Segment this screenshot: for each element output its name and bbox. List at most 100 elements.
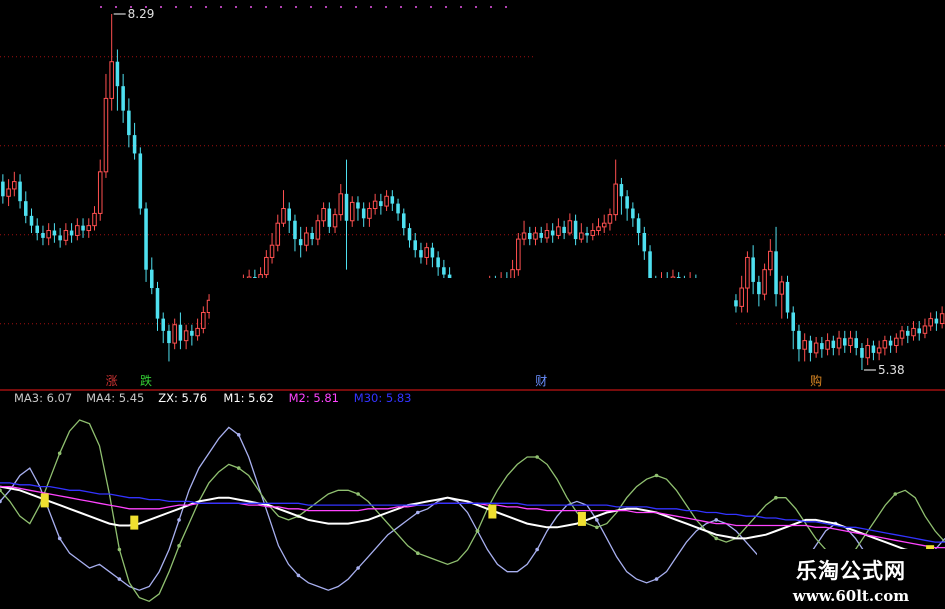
top-dot-24 bbox=[460, 6, 462, 8]
indicator-node-0-30 bbox=[296, 573, 301, 578]
candle-body-154 bbox=[882, 340, 888, 349]
indicator-node-0-66 bbox=[654, 577, 659, 581]
candle-body-10 bbox=[58, 235, 62, 241]
candle-body-143 bbox=[820, 343, 824, 350]
indicator-node-1-78 bbox=[774, 495, 778, 500]
indicator-node-1-60 bbox=[595, 525, 599, 530]
signal-marker-0: 涨 bbox=[106, 373, 118, 388]
indicator-line-4 bbox=[0, 482, 945, 543]
indicator-node-0-18 bbox=[177, 518, 181, 522]
candle-body-58 bbox=[332, 214, 338, 228]
candle-body-149 bbox=[854, 338, 859, 348]
indicator-node-0-24 bbox=[236, 433, 241, 437]
indicator-node-0-54 bbox=[535, 547, 539, 552]
candle-body-75 bbox=[430, 247, 435, 258]
candle-body-161 bbox=[922, 325, 928, 334]
candle-body-111 bbox=[636, 218, 641, 233]
candle-body-128 bbox=[734, 300, 738, 307]
candle-body-11 bbox=[63, 230, 69, 241]
candle-body-68 bbox=[390, 196, 395, 204]
candle-body-61 bbox=[349, 201, 355, 222]
indicator-node-1-90 bbox=[893, 492, 898, 496]
top-dot-9 bbox=[235, 6, 237, 8]
candle-body-29 bbox=[167, 330, 171, 344]
candle-body-153 bbox=[876, 347, 882, 354]
candle-body-6 bbox=[35, 225, 40, 233]
top-dot-13 bbox=[295, 6, 297, 8]
candle-body-133 bbox=[762, 269, 767, 295]
watermark-url: www.60lt.com bbox=[792, 587, 910, 605]
candle-body-56 bbox=[321, 208, 326, 222]
candle-body-162 bbox=[928, 318, 933, 327]
high-price-label: 8.29 bbox=[128, 7, 155, 21]
candle-body-92 bbox=[527, 232, 532, 240]
candle-body-135 bbox=[774, 251, 778, 295]
candle-body-91 bbox=[521, 232, 527, 240]
candle-body-94 bbox=[539, 232, 544, 238]
indicator-node-0-60 bbox=[595, 518, 599, 522]
indicator-node-1-24 bbox=[236, 466, 241, 470]
signal-bar-2 bbox=[488, 504, 497, 519]
candle-body-104 bbox=[596, 226, 601, 232]
candle-body-140 bbox=[802, 340, 807, 350]
candle-body-77 bbox=[442, 267, 446, 275]
legend-item-2: ZX: 5.76 bbox=[158, 391, 207, 405]
candle-body-27 bbox=[155, 288, 160, 319]
candle-body-146 bbox=[836, 337, 842, 349]
candle-body-150 bbox=[860, 347, 864, 358]
candle-body-90 bbox=[516, 238, 521, 271]
indicator-node-0-36 bbox=[356, 566, 360, 570]
candle-body-73 bbox=[419, 250, 423, 258]
top-dot-7 bbox=[205, 6, 207, 8]
indicator-node-1-72 bbox=[714, 536, 719, 541]
candle-body-69 bbox=[396, 203, 400, 214]
candle-body-137 bbox=[785, 281, 790, 313]
indicator-node-1-36 bbox=[356, 492, 360, 496]
candle-body-70 bbox=[401, 213, 406, 229]
top-dot-11 bbox=[265, 6, 267, 8]
top-dot-19 bbox=[385, 6, 387, 8]
candle-body-54 bbox=[310, 232, 314, 240]
candle-body-71 bbox=[407, 228, 412, 241]
candle-body-47 bbox=[269, 244, 275, 258]
candle-body-141 bbox=[808, 340, 813, 353]
candle-body-93 bbox=[533, 232, 538, 240]
candle-body-134 bbox=[768, 250, 773, 271]
candle-body-99 bbox=[567, 220, 573, 234]
indicator-node-1-6 bbox=[57, 451, 62, 456]
candle-body-5 bbox=[29, 215, 34, 226]
top-dot-27 bbox=[505, 6, 507, 8]
top-dot-14 bbox=[310, 6, 312, 8]
candle-body-139 bbox=[797, 330, 801, 350]
candle-body-152 bbox=[871, 345, 876, 353]
signal-marker-2: 财 bbox=[535, 374, 547, 388]
candle-body-130 bbox=[745, 256, 750, 289]
candle-body-30 bbox=[172, 324, 177, 344]
legend-item-5: M30: 5.83 bbox=[354, 391, 412, 405]
candle-body-103 bbox=[590, 230, 596, 236]
candle-body-34 bbox=[195, 327, 200, 337]
top-dot-15 bbox=[325, 6, 327, 8]
candle-body-105 bbox=[601, 222, 607, 228]
candle-body-48 bbox=[275, 222, 281, 246]
top-dot-8 bbox=[220, 6, 222, 8]
candle-body-7 bbox=[41, 232, 45, 238]
candle-body-65 bbox=[372, 200, 378, 210]
candle-body-53 bbox=[304, 232, 309, 246]
signal-bar-3 bbox=[577, 511, 586, 526]
candle-body-15 bbox=[86, 225, 92, 232]
candle-body-9 bbox=[52, 230, 57, 236]
candle-body-35 bbox=[201, 312, 206, 329]
top-dot-25 bbox=[475, 6, 477, 8]
indicator-node-1-42 bbox=[415, 551, 420, 555]
indicator-node-1-18 bbox=[177, 544, 181, 548]
indicator-line-3 bbox=[0, 485, 945, 549]
candle-body-131 bbox=[751, 257, 755, 282]
indicator-node-1-66 bbox=[654, 473, 659, 478]
candle-body-19 bbox=[109, 61, 114, 99]
top-dot-0 bbox=[100, 6, 102, 8]
candle-body-148 bbox=[848, 337, 853, 347]
candle-body-62 bbox=[356, 202, 360, 209]
candle-body-14 bbox=[81, 225, 85, 231]
top-dot-10 bbox=[250, 6, 252, 8]
